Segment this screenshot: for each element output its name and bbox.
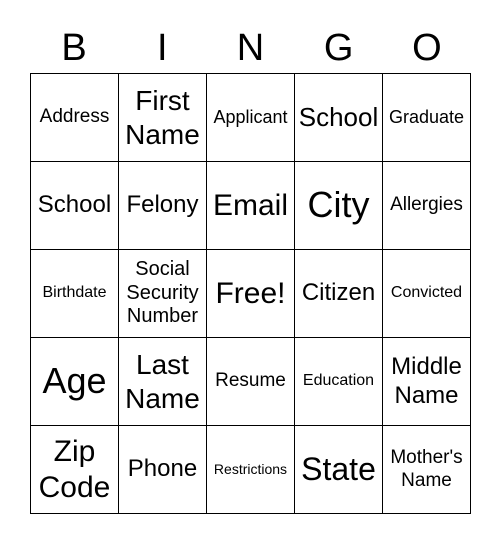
bingo-cell[interactable]: Applicant — [207, 74, 295, 162]
bingo-cell[interactable]: Felony — [119, 162, 207, 250]
bingo-cell[interactable]: Convicted — [383, 250, 471, 338]
bingo-cell[interactable]: City — [295, 162, 383, 250]
header-letter-o: O — [412, 27, 442, 69]
bingo-cell[interactable]: Age — [31, 338, 119, 426]
bingo-cell[interactable]: Restrictions — [207, 426, 295, 514]
bingo-grid: Address First Name Applicant School Grad… — [30, 73, 471, 514]
bingo-cell[interactable]: Phone — [119, 426, 207, 514]
bingo-cell[interactable]: Birthdate — [31, 250, 119, 338]
bingo-header: B I N G O — [30, 22, 471, 74]
header-letter-g: G — [323, 27, 354, 69]
header-letter-n: N — [236, 27, 265, 69]
bingo-cell[interactable]: Citizen — [295, 250, 383, 338]
bingo-cell[interactable]: School — [31, 162, 119, 250]
bingo-cell[interactable]: Allergies — [383, 162, 471, 250]
bingo-cell[interactable]: Social Security Number — [119, 250, 207, 338]
bingo-cell[interactable]: Last Name — [119, 338, 207, 426]
bingo-cell[interactable]: Zip Code — [31, 426, 119, 514]
bingo-cell[interactable]: Education — [295, 338, 383, 426]
bingo-cell[interactable]: State — [295, 426, 383, 514]
header-letter-i: I — [157, 27, 168, 69]
bingo-cell[interactable]: Resume — [207, 338, 295, 426]
bingo-cell[interactable]: Mother's Name — [383, 426, 471, 514]
bingo-cell[interactable]: Email — [207, 162, 295, 250]
bingo-cell[interactable]: First Name — [119, 74, 207, 162]
bingo-cell[interactable]: Address — [31, 74, 119, 162]
bingo-cell[interactable]: Graduate — [383, 74, 471, 162]
header-letter-b: B — [61, 27, 87, 69]
bingo-cell[interactable]: Middle Name — [383, 338, 471, 426]
bingo-cell[interactable]: School — [295, 74, 383, 162]
free-space-cell[interactable]: Free! — [207, 250, 295, 338]
